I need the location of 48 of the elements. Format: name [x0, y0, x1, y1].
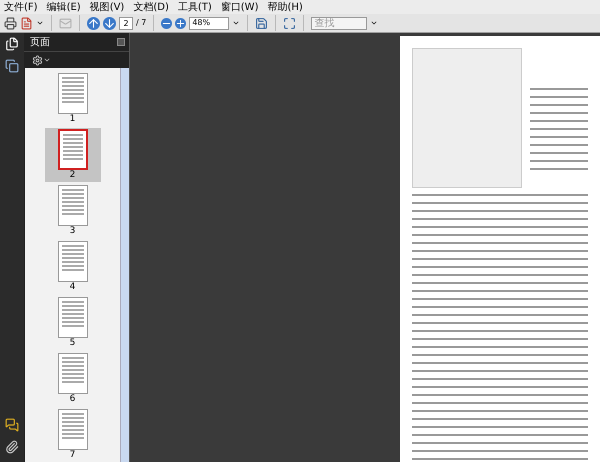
- options-icon[interactable]: [32, 54, 43, 66]
- page-thumbnail-item[interactable]: 2: [44, 128, 100, 182]
- page-thumbnail: [58, 73, 88, 114]
- zoom-field[interactable]: 48%: [189, 16, 230, 30]
- page-thumbnail-item[interactable]: 3: [44, 184, 100, 238]
- caret-icon[interactable]: [232, 19, 240, 27]
- page-thumbnail: [58, 409, 88, 450]
- page-thumbnail-item[interactable]: 7: [44, 408, 100, 462]
- caret-icon[interactable]: [370, 19, 378, 27]
- panel-title: 页面: [29, 36, 50, 50]
- page-label: 2: [70, 170, 76, 181]
- page-number-field[interactable]: 2: [119, 16, 133, 30]
- menu-item[interactable]: 视图(V): [90, 0, 124, 14]
- menu-item[interactable]: 窗口(W): [220, 0, 258, 14]
- menu-item[interactable]: 文档(D): [133, 0, 169, 14]
- page-label: 3: [70, 226, 76, 237]
- menu-item[interactable]: 帮助(H): [267, 0, 303, 14]
- page-thumbnail-item[interactable]: 1: [44, 72, 100, 126]
- page-thumbnail-item[interactable]: 5: [44, 296, 100, 350]
- search-field[interactable]: 查找: [311, 16, 368, 30]
- comments-icon[interactable]: [5, 418, 19, 432]
- pages-icon[interactable]: [5, 37, 19, 51]
- zoom-in-icon[interactable]: [175, 18, 186, 28]
- menu-item[interactable]: 文件(F): [4, 0, 38, 14]
- page-thumbnail: [58, 353, 88, 394]
- document-icon[interactable]: [20, 16, 33, 30]
- panel-menu-button[interactable]: [117, 38, 125, 46]
- page-label: 1: [70, 114, 76, 125]
- page-thumbnail: [58, 297, 88, 338]
- page-count: / 7: [136, 17, 146, 29]
- scrollbar[interactable]: [120, 68, 129, 462]
- page-thumbnail: [58, 185, 88, 226]
- page-thumbnail: [58, 129, 88, 170]
- page-thumbnail-item[interactable]: 6: [44, 352, 100, 406]
- page-label: 7: [70, 450, 76, 461]
- page-label: 4: [70, 282, 76, 293]
- attachment-icon[interactable]: [5, 440, 19, 454]
- menu-item[interactable]: 工具(T): [178, 0, 212, 14]
- caret-icon[interactable]: [36, 19, 44, 27]
- fit-page-icon[interactable]: [283, 16, 296, 30]
- save-icon[interactable]: [255, 16, 268, 30]
- zoom-out-icon[interactable]: [161, 18, 172, 28]
- page-thumbnail-item[interactable]: 4: [44, 240, 100, 294]
- print-icon[interactable]: [4, 16, 17, 30]
- page-label: 5: [70, 338, 76, 349]
- menu-item[interactable]: 编辑(E): [46, 0, 81, 14]
- page-thumbnail: [58, 241, 88, 282]
- page-label: 6: [70, 394, 76, 405]
